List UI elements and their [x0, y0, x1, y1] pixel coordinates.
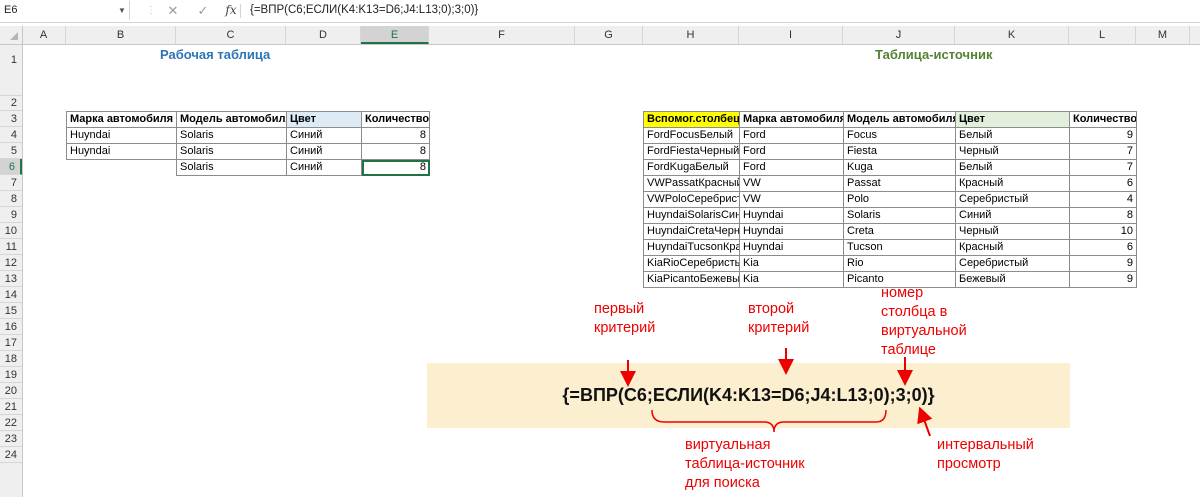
- annotation-arrows: [620, 348, 933, 437]
- virtual-table-brace: [651, 409, 887, 433]
- interval-lookup-arrow: [917, 406, 933, 437]
